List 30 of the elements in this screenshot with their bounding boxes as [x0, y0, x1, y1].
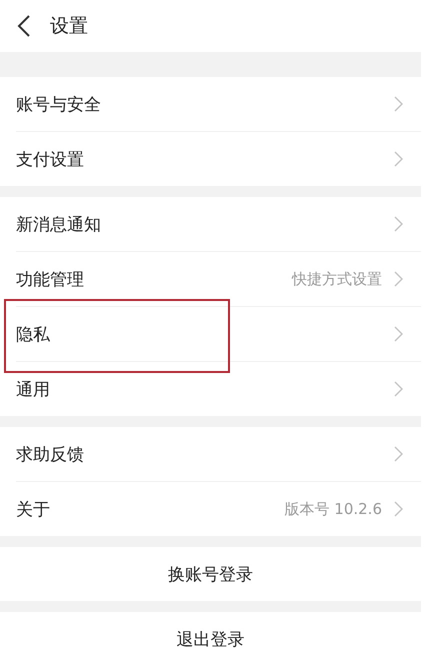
chevron-icon [394, 326, 403, 342]
settings-row[interactable]: 功能管理 快捷方式设置 [0, 252, 421, 306]
row-value: 版本号 10.2.6 [284, 500, 382, 518]
row-label: 功能管理 [16, 268, 85, 290]
row-label: 新消息通知 [16, 214, 102, 236]
settings-row[interactable]: 支付设置 [0, 132, 421, 186]
settings-row[interactable]: 求助反馈 [0, 427, 421, 481]
row-value: 快捷方式设置 [292, 270, 382, 288]
row-label: 隐私 [16, 324, 51, 346]
chevron-icon [394, 271, 403, 287]
chevron-icon [394, 381, 403, 397]
row-label: 支付设置 [16, 148, 85, 170]
back-icon[interactable] [17, 14, 31, 38]
settings-row[interactable]: 隐私 [0, 307, 421, 361]
settings-row[interactable]: 账号与安全 [0, 77, 421, 131]
action-button[interactable]: 换账号登录 [0, 547, 421, 601]
settings-row[interactable]: 关于 版本号 10.2.6 [0, 482, 421, 536]
chevron-icon [394, 446, 403, 462]
settings-row[interactable]: 通用 [0, 362, 421, 416]
action-button[interactable]: 退出登录 [0, 612, 421, 665]
row-label: 求助反馈 [16, 444, 85, 466]
settings-row[interactable]: 新消息通知 [0, 197, 421, 251]
row-label: 关于 [16, 498, 51, 520]
chevron-icon [394, 151, 403, 167]
page-title: 设置 [50, 14, 88, 39]
chevron-icon [394, 216, 403, 232]
chevron-icon [394, 501, 403, 517]
chevron-icon [394, 96, 403, 112]
row-label: 账号与安全 [16, 94, 102, 116]
row-label: 通用 [16, 378, 51, 400]
